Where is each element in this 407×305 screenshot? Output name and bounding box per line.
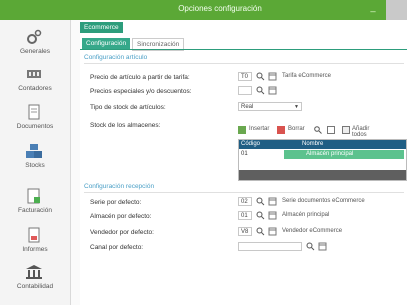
search-icon[interactable] — [256, 211, 265, 220]
grid-header: Código Nombre — [239, 140, 406, 149]
chevron-down-icon: ▼ — [294, 104, 299, 110]
section-divider — [84, 192, 404, 193]
module-header: Ecommerce — [80, 22, 123, 33]
sidebar-item-stocks[interactable]: Stocks — [0, 143, 70, 183]
window-title: Opciones configuración — [178, 4, 262, 13]
sidebar-item-informes[interactable]: Informes — [0, 227, 70, 267]
cell-code: 01 — [241, 151, 248, 157]
calendar-icon[interactable] — [327, 126, 335, 134]
stock-type-label: Tipo de stock de artículos: — [90, 104, 166, 111]
add-all-icon[interactable] — [342, 126, 350, 134]
title-bar: Opciones configuración _ — [0, 0, 407, 20]
warehouse-stock-label: Stock de los almacenes: — [90, 122, 161, 129]
calendar-icon[interactable] — [268, 227, 277, 236]
sidebar-item-generales[interactable]: Generales — [0, 29, 70, 69]
special-prices-label: Precios especiales y/o descuentos: — [90, 88, 192, 95]
add-all-button[interactable]: Añadir todos — [352, 126, 369, 138]
series-description: Serie documentos eCommerce — [282, 198, 365, 204]
delete-button[interactable]: Borrar — [288, 126, 305, 132]
insert-icon[interactable] — [238, 126, 246, 134]
sidebar-item-label: Documentos — [16, 123, 54, 130]
calendar-icon[interactable] — [268, 72, 277, 81]
channel-label: Canal por defecto: — [90, 244, 144, 251]
counter-icon — [27, 70, 41, 78]
price-tariff-input[interactable]: T0 — [238, 72, 252, 81]
search-icon[interactable] — [306, 242, 315, 251]
search-icon[interactable] — [256, 86, 265, 95]
section-divider — [84, 63, 404, 64]
boxes-icon — [26, 144, 42, 158]
sidebar-item-contabilidad[interactable]: Contabilidad — [0, 264, 70, 304]
sidebar-item-label: Informes — [22, 246, 48, 253]
series-input[interactable]: 02 — [238, 197, 252, 206]
search-icon[interactable] — [256, 227, 265, 236]
close-button[interactable] — [386, 0, 407, 20]
sidebar-item-label: Generales — [20, 48, 50, 55]
series-label: Serie por defecto: — [90, 199, 142, 206]
options-window: Opciones configuración _ Generales Conta… — [0, 0, 407, 305]
price-tariff-description: Tarifa eCommerce — [282, 73, 332, 79]
grid-footer — [239, 170, 406, 180]
seller-input[interactable]: V8 — [238, 227, 252, 236]
stock-type-value: Real — [241, 104, 254, 110]
gears-icon — [27, 29, 42, 44]
sidebar-item-facturacion[interactable]: Facturación — [0, 188, 70, 228]
invoice-icon — [27, 188, 40, 204]
calendar-icon[interactable] — [318, 242, 327, 251]
sidebar: Generales Contadores Documentos Stocks F… — [0, 20, 71, 305]
sidebar-item-label: Contadores — [18, 85, 52, 92]
stock-type-select[interactable]: Real ▼ — [238, 102, 302, 111]
section-title-recepcion: Configuración recepción — [84, 183, 155, 190]
search-icon[interactable] — [256, 197, 265, 206]
sidebar-item-label: Stocks — [25, 162, 45, 169]
price-tariff-label: Precio de artículo a partir de tarifa: — [90, 74, 190, 81]
warehouse-input[interactable]: 01 — [238, 211, 252, 220]
seller-description: Vendedor eCommerce — [282, 228, 343, 234]
tab-configuracion[interactable]: Configuración — [82, 38, 131, 49]
section-title-articulo: Configuración artículo — [84, 54, 148, 61]
bank-icon — [26, 265, 42, 279]
tab-divider — [80, 49, 407, 50]
calendar-icon[interactable] — [268, 197, 277, 206]
warehouse-label: Almacén por defecto: — [90, 213, 152, 220]
insert-button[interactable]: Insertar — [249, 126, 269, 132]
sidebar-item-label: Contabilidad — [16, 283, 54, 290]
seller-label: Vendedor por defecto: — [90, 229, 154, 236]
column-header-code[interactable]: Código — [241, 140, 279, 149]
sidebar-item-documentos[interactable]: Documentos — [0, 104, 70, 144]
calendar-icon[interactable] — [268, 211, 277, 220]
calendar-icon[interactable] — [268, 86, 277, 95]
minimize-button[interactable]: _ — [366, 2, 380, 16]
channel-input[interactable] — [238, 242, 302, 251]
documents-icon — [28, 104, 40, 120]
warehouse-grid: Código Nombre 01 Almacén principal — [238, 139, 407, 181]
search-icon[interactable] — [256, 72, 265, 81]
column-header-name[interactable]: Nombre — [284, 140, 404, 149]
search-icon[interactable] — [314, 126, 322, 134]
cell-name: Almacén principal — [284, 150, 404, 159]
sidebar-item-label: Facturación — [18, 207, 52, 214]
table-row[interactable]: 01 Almacén principal — [239, 150, 406, 159]
report-icon — [28, 227, 40, 243]
special-prices-input[interactable] — [238, 86, 252, 95]
warehouse-description: Almacén principal — [282, 212, 330, 218]
delete-icon[interactable] — [277, 126, 285, 134]
sidebar-item-contadores[interactable]: Contadores — [0, 66, 70, 106]
